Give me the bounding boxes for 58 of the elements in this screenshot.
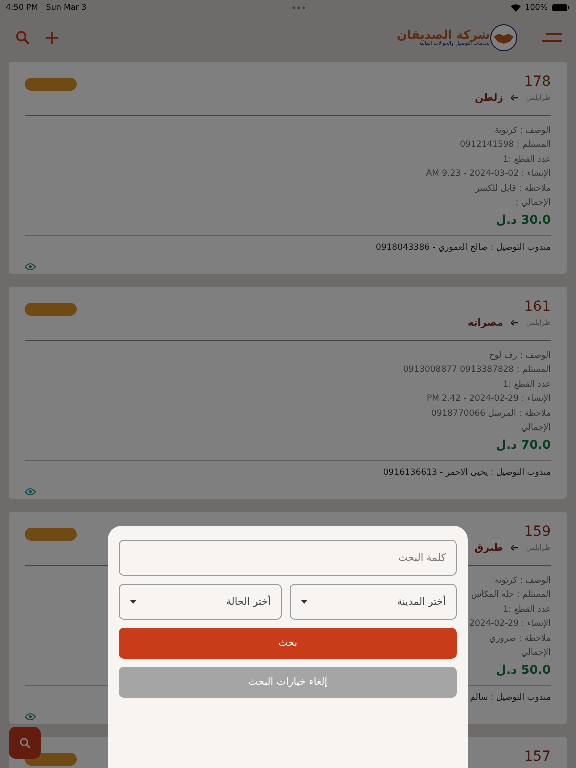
- total-label: الإجمالي: [521, 423, 551, 434]
- detail-line: عدد القطع :1: [503, 380, 551, 390]
- delivery-agent: مندوب التوصيل : سالم: [470, 692, 551, 703]
- battery-icon: [552, 4, 570, 12]
- arrow-left-icon: [511, 545, 518, 552]
- status-date: Sun Mar 3: [46, 2, 87, 14]
- arrow-left-icon: [511, 320, 518, 326]
- detail-line: ملاحظة : المرسل 0918770066: [431, 408, 551, 419]
- detail-line: عدد القطع :1: [503, 154, 551, 165]
- detail-line: الإنشاء : 29-02-2024: [470, 619, 551, 630]
- search-icon: [20, 738, 30, 748]
- order-number: 159: [523, 524, 551, 541]
- eye-icon[interactable]: [25, 488, 36, 496]
- detail-line: عدد القطع :1: [503, 604, 551, 615]
- detail-line: الإنشاء : 02-03-2024 - 9.23 AM: [426, 169, 551, 180]
- wifi-icon: [511, 4, 522, 12]
- detail-line: المستلم : حله المكاس: [471, 590, 551, 600]
- detail-line: الوصف : كرتونة: [494, 126, 551, 136]
- order-number: 178: [523, 74, 551, 91]
- status-time: 4:50 PM: [6, 2, 38, 14]
- delivery-agent: مندوب التوصيل : يحيى الاحمر - 0916136613: [383, 468, 551, 478]
- keyword-field[interactable]: كلمة البحث: [119, 540, 457, 576]
- add-icon[interactable]: [46, 32, 58, 44]
- caret-icon: [130, 600, 137, 604]
- total-amount: 70.0 د.ل: [496, 438, 551, 452]
- battery-percent: 100%: [525, 2, 548, 14]
- destination-city: زلطن: [475, 92, 504, 106]
- eye-icon[interactable]: [25, 712, 36, 721]
- detail-line: ملاحظة : قابل للكسر: [476, 184, 551, 194]
- detail-line: ملاحظة : ضروري: [490, 634, 551, 644]
- arrow-left-icon: [511, 95, 518, 102]
- order-number: 157: [524, 749, 551, 766]
- total-amount: 30.0 د.ل: [496, 212, 551, 227]
- total-label: الإجمالي: [521, 648, 551, 658]
- search-button[interactable]: [9, 727, 41, 759]
- menu-icon[interactable]: [542, 33, 562, 43]
- detail-line: الوصف : كرتونه: [494, 576, 551, 586]
- logo-title: شركة الصديقان: [397, 29, 490, 41]
- city-dropdown[interactable]: أختر المدينة: [290, 584, 457, 620]
- status-badge: [25, 78, 77, 91]
- eye-icon[interactable]: [25, 262, 36, 271]
- destination-city: طبرق: [474, 542, 504, 556]
- status-badge: [25, 303, 77, 316]
- detail-line: المستلم : 0913387828 0913008877: [403, 365, 551, 376]
- total-label: الإجمالي :: [516, 198, 551, 208]
- caret-icon: [300, 600, 308, 604]
- status-dropdown[interactable]: أختر الحالة: [119, 584, 282, 620]
- multitask-dots-icon: [292, 6, 306, 10]
- delivery-agent: مندوب التوصيل : صالح العموري - 0918043386: [376, 242, 551, 253]
- search-submit-button[interactable]: بحث: [119, 628, 457, 659]
- detail-line: الإنشاء : 29-02-2024 - 2.42 PM: [426, 394, 551, 404]
- status-badge: [25, 528, 77, 541]
- order-number: 161: [523, 299, 551, 316]
- detail-line: المستلم : 0912141598: [460, 140, 551, 150]
- destination-city: مصراته: [468, 316, 504, 331]
- search-icon[interactable]: [16, 31, 30, 45]
- detail-line: الوصف : رف لوح: [489, 350, 551, 361]
- total-amount: 50.0 د.ل: [496, 662, 551, 677]
